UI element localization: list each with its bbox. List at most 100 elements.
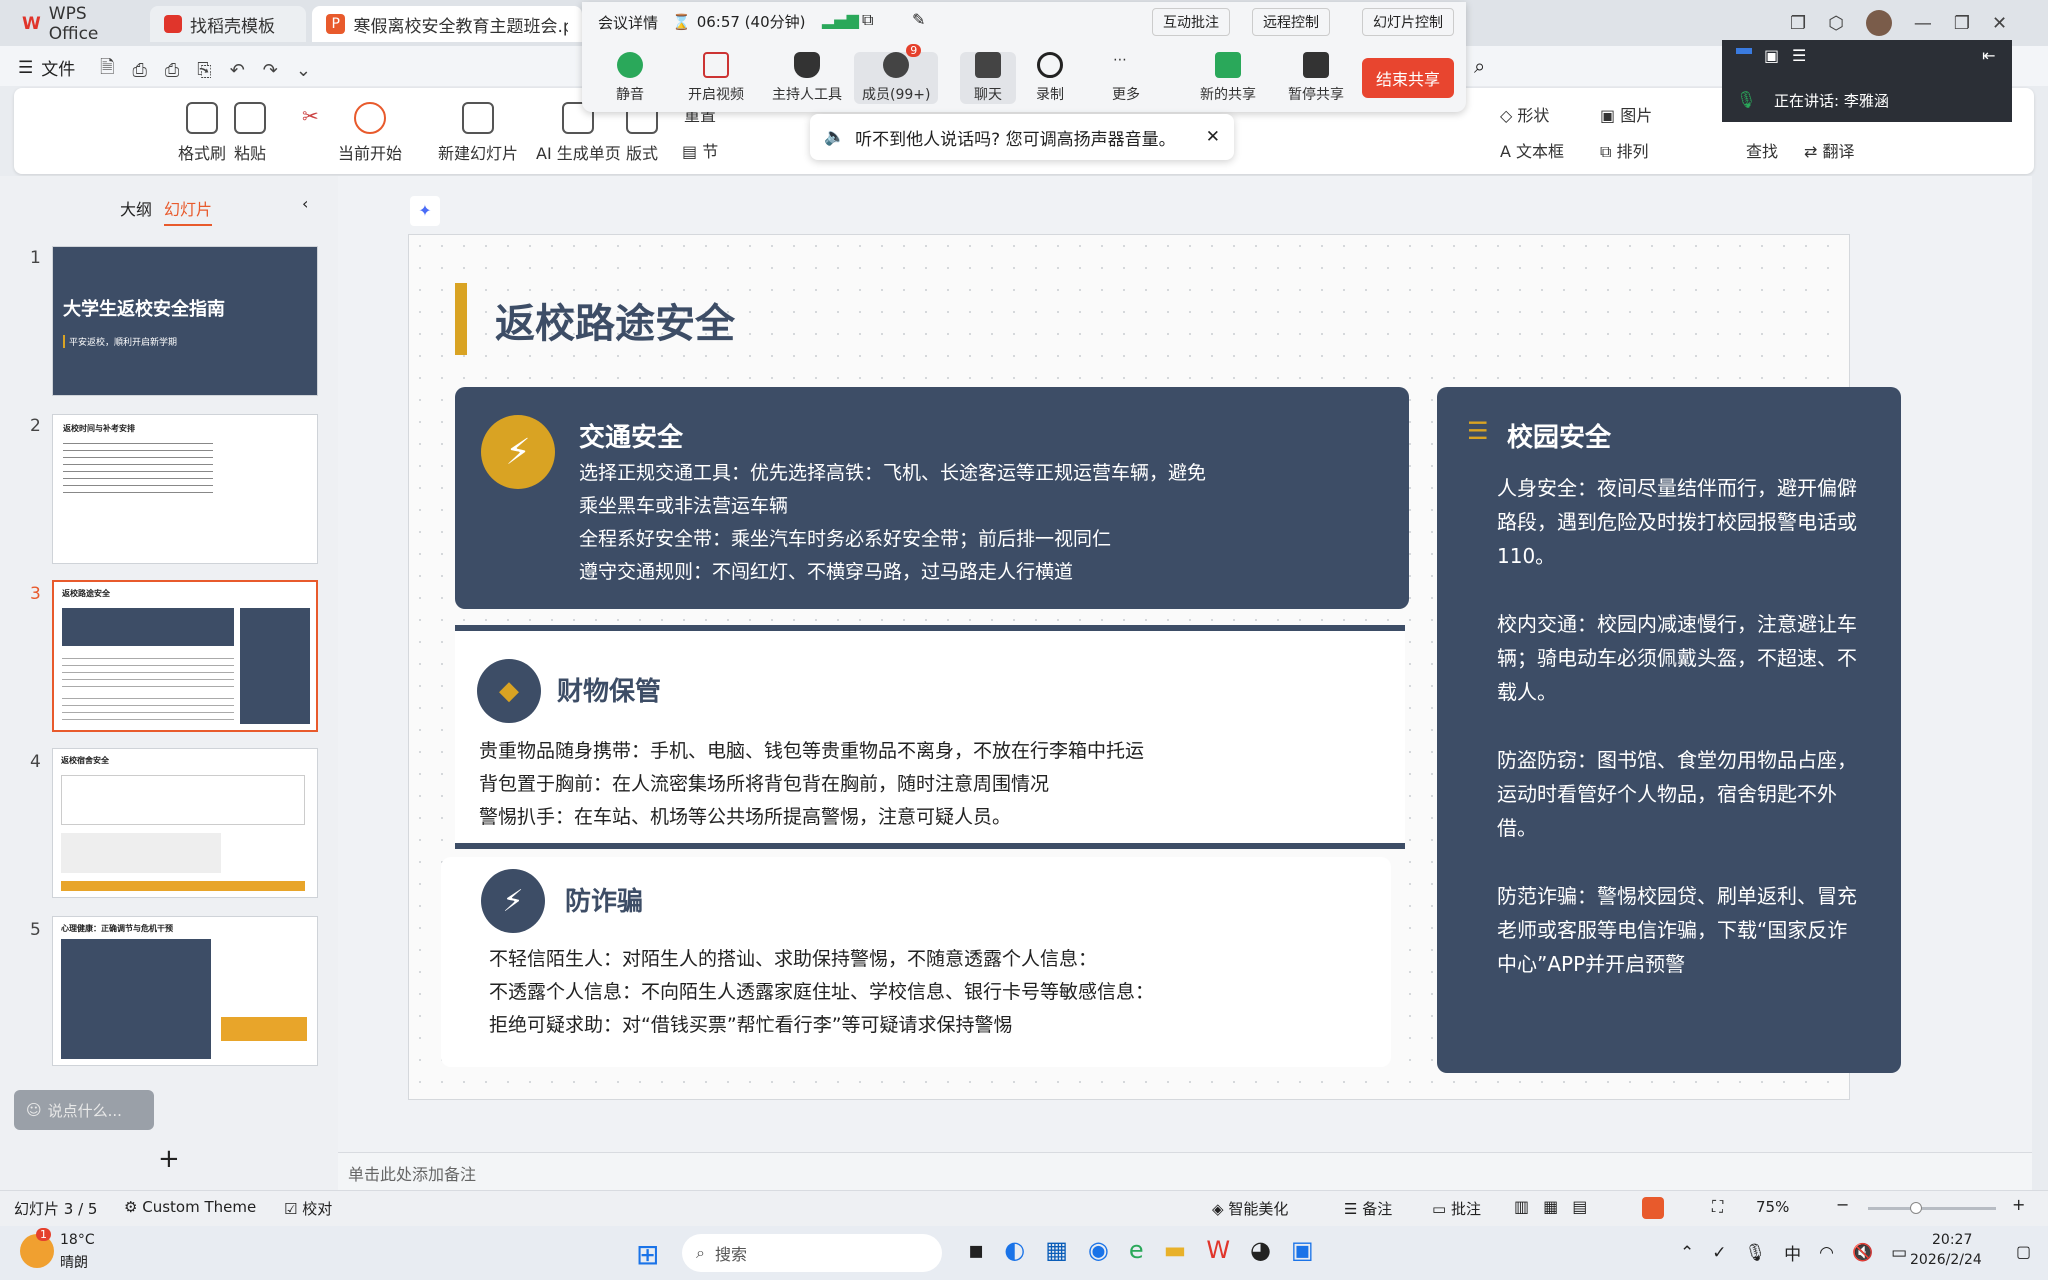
list-icon[interactable]: ☰ [1792, 46, 1806, 65]
close-icon[interactable]: ✕ [1992, 13, 2007, 34]
comment-button[interactable]: ▭ 批注 [1432, 1198, 1481, 1219]
popout-icon[interactable]: ⧉ [862, 10, 873, 30]
minimize-icon[interactable] [1736, 48, 1752, 54]
chevron-up-icon[interactable]: ⌃ [1680, 1243, 1694, 1263]
video-button[interactable]: 开启视频 [688, 52, 744, 104]
maximize-icon[interactable]: ❐ [1954, 13, 1970, 34]
wps-icon[interactable]: W [1206, 1236, 1230, 1264]
comment-box[interactable]: ☺ 说点什么... [14, 1090, 154, 1130]
slide-thumbnail-4[interactable]: 返校宿舍安全 [52, 748, 318, 898]
slideshow-play-icon[interactable] [1642, 1197, 1664, 1219]
host-tools-button[interactable]: 主持人工具 [772, 52, 842, 104]
pause-share-button[interactable]: 暂停共享 [1288, 52, 1344, 104]
annotate-off-icon[interactable]: ✎ [912, 10, 925, 29]
record-button[interactable]: 录制 [1036, 52, 1064, 104]
wps-tray-icon[interactable]: ✓ [1712, 1243, 1726, 1263]
meeting-details-link[interactable]: 会议详情 [598, 12, 658, 33]
cube-icon[interactable]: ⬡ [1828, 13, 1844, 34]
zoom-slider[interactable] [1868, 1202, 1996, 1214]
notes-pane[interactable]: 单击此处添加备注 [338, 1152, 2032, 1190]
tab-slides[interactable]: 幻灯片 [164, 196, 213, 226]
paste-button[interactable]: 粘贴 [234, 102, 266, 164]
zoom-in-icon[interactable]: + [2012, 1195, 2025, 1214]
tab-outline[interactable]: 大纲 [120, 196, 152, 220]
tab-templates[interactable]: 找稻壳模板 [150, 6, 306, 42]
chevron-down-icon[interactable]: ⌄ [296, 60, 311, 81]
slide[interactable]: 返校路途安全 ⚡ 交通安全 选择正规交通工具：优先选择高铁：飞机、长途客运等正规… [408, 234, 1901, 1100]
file-menu[interactable]: ☰ 文件 [18, 55, 75, 81]
add-slide-icon[interactable]: + [158, 1144, 180, 1174]
save-icon[interactable]: 🗎 [100, 55, 114, 85]
find-button[interactable]: 查找 [1746, 138, 1778, 162]
ime-indicator[interactable]: 中 [1784, 1240, 1801, 1265]
photos-icon[interactable]: ▣ [1291, 1236, 1314, 1264]
weather-icon[interactable]: 1 [20, 1228, 54, 1268]
minimize-icon[interactable]: — [1914, 13, 1932, 34]
slide-thumbnail-3[interactable]: 返校路途安全 [52, 580, 318, 732]
close-icon[interactable]: ✕ [1206, 127, 1220, 147]
collapse-panel-icon[interactable]: ‹ [302, 194, 308, 213]
slide-thumbnail-1[interactable]: 大学生返校安全指南 平安返校，順利开启新学期 [52, 246, 318, 396]
campus-safety-card[interactable]: ☰ 校园安全 人身安全：夜间尽量结伴而行，避开偏僻路段，遇到危险及时拨打校园报警… [1437, 387, 1901, 1073]
notification-icon[interactable]: ▢ [2016, 1242, 2031, 1261]
volume-muted-icon[interactable]: 🔇 [1852, 1243, 1873, 1263]
search-icon[interactable]: ⌕ [1474, 54, 1485, 78]
edge-icon[interactable]: ◐ [1004, 1236, 1025, 1264]
avatar[interactable] [1865, 10, 1892, 36]
remote-control-button[interactable]: 远程控制 [1252, 8, 1330, 36]
beautify-button[interactable]: ◈ 智能美化 [1212, 1198, 1288, 1219]
slide-title[interactable]: 返校路途安全 [495, 291, 735, 349]
chat-button[interactable]: 聊天 [960, 52, 1016, 104]
slide-thumbnail-5[interactable]: 心理健康：正确调节与危机干预 [52, 916, 318, 1066]
picture-button[interactable]: ▣ 图片 [1600, 102, 1652, 126]
task-view-icon[interactable]: ▪ [968, 1236, 984, 1264]
fraud-card[interactable]: ⚡ 防诈骗 不轻信陌生人：对陌生人的搭讪、求助保持警惕，不随意透露个人信息： 不… [441, 857, 1391, 1067]
slide-control-button[interactable]: 幻灯片控制 [1362, 8, 1454, 36]
shape-button[interactable]: ◇ 形状 [1500, 102, 1549, 126]
members-button[interactable]: 9 成员(99+) [854, 44, 939, 104]
traffic-safety-card[interactable]: ⚡ 交通安全 选择正规交通工具：优先选择高铁：飞机、长途客运等正规运营车辆，避免… [455, 387, 1409, 609]
slide-thumbnail-2[interactable]: 返校时间与补考安排 [52, 414, 318, 564]
restore-tabs-icon[interactable]: ❐ [1790, 13, 1806, 34]
windows-start-icon[interactable]: ⊞ [636, 1238, 659, 1271]
zoom-slider-thumb[interactable] [1910, 1202, 1922, 1214]
translate-button[interactable]: ⇄ 翻译 [1804, 138, 1855, 162]
cut-icon[interactable]: ✂ [302, 104, 319, 128]
microphone-icon[interactable]: 🎙 [1745, 1243, 1767, 1263]
print-icon[interactable]: ⎙ [165, 60, 179, 81]
notes-button[interactable]: ☰ 备注 [1344, 1198, 1392, 1219]
end-share-button[interactable]: 结束共享 [1362, 58, 1455, 98]
textbox-button[interactable]: A 文本框 [1500, 138, 1564, 162]
mute-button[interactable]: 静音 [616, 52, 644, 104]
tab-document[interactable]: P 寒假离校安全教育主题班会.p [312, 6, 582, 42]
wifi-icon[interactable]: ◠ [1819, 1243, 1834, 1263]
ie-icon[interactable]: e [1129, 1236, 1144, 1264]
taskbar-search[interactable]: ⌕ 搜索 [682, 1234, 942, 1272]
window-icon[interactable]: ▣ [1764, 46, 1779, 65]
dell-icon[interactable]: ◉ [1088, 1236, 1109, 1264]
undo-icon[interactable]: ↶ [230, 60, 245, 81]
redo-icon[interactable]: ↷ [263, 60, 278, 81]
new-slide-button[interactable]: 新建幻灯片 [438, 102, 518, 164]
meeting-timer[interactable]: ⌛ 06:57 (40分钟) [672, 11, 805, 32]
view-switcher[interactable]: ▥▦▤ [1514, 1197, 1601, 1216]
interact-annotate-button[interactable]: 互动批注 [1152, 8, 1230, 36]
format-painter-button[interactable]: 格式刷 [178, 102, 226, 164]
play-from-current-button[interactable]: 当前开始 [338, 102, 402, 164]
export-icon[interactable]: ⎙ [132, 60, 146, 81]
more-button[interactable]: ⋯ 更多 [1112, 52, 1140, 104]
battery-icon[interactable]: ▭ [1891, 1243, 1907, 1263]
qq-icon[interactable]: ◕ [1250, 1236, 1271, 1264]
tab-wps-office[interactable]: W WPS Office [8, 4, 144, 44]
store-icon[interactable]: ▦ [1045, 1236, 1068, 1264]
arrange-button[interactable]: ⧉ 排列 [1600, 138, 1649, 162]
theme-button[interactable]: ⚙ Custom Theme [124, 1198, 256, 1216]
section-button[interactable]: ▤ 节 [682, 138, 718, 162]
zoom-out-icon[interactable]: − [1836, 1195, 1849, 1214]
proofread-button[interactable]: ☑ 校对 [284, 1198, 332, 1219]
folder-icon[interactable]: ▬ [1164, 1236, 1187, 1264]
collapse-icon[interactable]: ⇤ [1982, 46, 1995, 65]
new-share-button[interactable]: 新的共享 [1200, 52, 1256, 104]
zoom-level[interactable]: 75% [1756, 1198, 1789, 1216]
print-preview-icon[interactable]: ⎘ [197, 60, 211, 81]
